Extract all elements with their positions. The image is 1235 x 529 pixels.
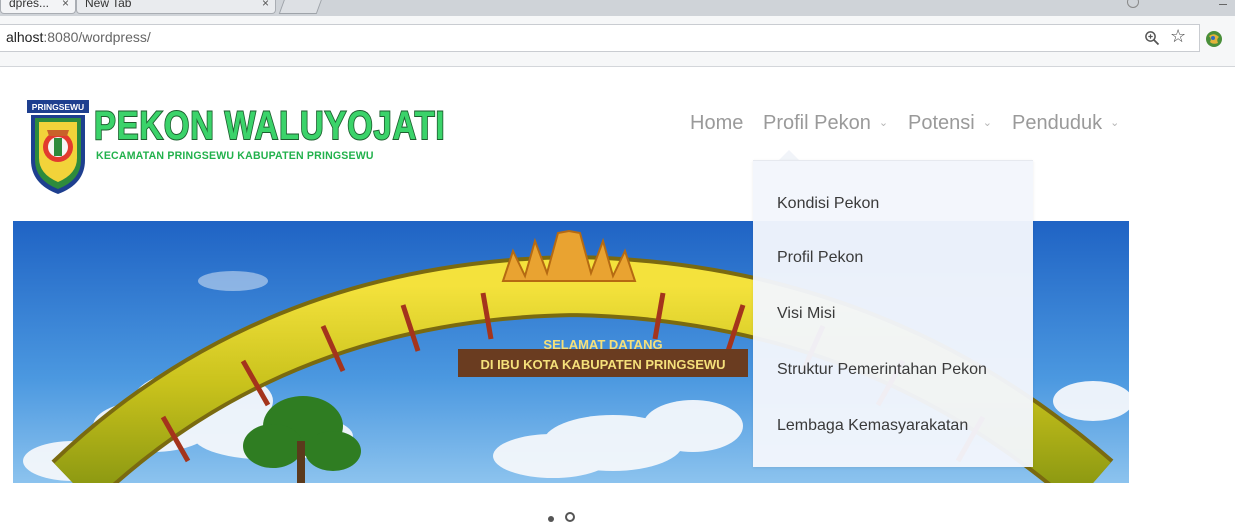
tab-close-icon[interactable]: × [62, 0, 69, 12]
dropdown-item-kondisi-pekon[interactable]: Kondisi Pekon [777, 195, 879, 213]
url-text: alhost:8080/wordpress/ [6, 29, 151, 45]
nav-label: Profil Pekon [763, 112, 871, 134]
tab-close-icon[interactable]: × [262, 0, 269, 12]
nav-penduduk[interactable]: Penduduk ⌄ [1012, 112, 1119, 135]
tab-title: New Tab [85, 0, 132, 10]
browser-tabstrip: dpres... × New Tab × [0, 0, 1235, 16]
site-subtitle: KECAMATAN PRINGSEWU KABUPATEN PRINGSEWU [96, 150, 374, 162]
nav-profil-pekon[interactable]: Profil Pekon ⌄ [763, 112, 888, 135]
nav-label: Penduduk [1012, 112, 1103, 134]
banner-line-2: DI IBU KOTA KABUPATEN PRINGSEWU [480, 357, 725, 372]
logo-badge-text: PRINGSEWU [32, 102, 84, 112]
browser-tab[interactable]: New Tab × [76, 0, 276, 14]
nav-potensi[interactable]: Potensi ⌄ [908, 112, 992, 135]
dropdown-item-visi-misi[interactable]: Visi Misi [777, 305, 835, 323]
zoom-icon[interactable] [1144, 30, 1160, 46]
nav-home[interactable]: Home [690, 112, 743, 135]
nav-label: Potensi [908, 112, 975, 134]
extension-icon[interactable] [1205, 30, 1223, 48]
url-field[interactable]: alhost:8080/wordpress/ ☆ [0, 24, 1200, 52]
bookmark-star-icon[interactable]: ☆ [1170, 26, 1186, 48]
banner-line-1: SELAMAT DATANG [543, 337, 662, 352]
dropdown-item-profil-pekon[interactable]: Profil Pekon [777, 249, 863, 267]
slide-dot-active[interactable] [548, 516, 554, 522]
minimize-icon[interactable] [1219, 4, 1227, 5]
logo-crest-icon[interactable]: PRINGSEWU [27, 100, 89, 196]
site-title[interactable]: PEKON WALUYOJATI [93, 103, 445, 149]
chevron-down-icon: ⌄ [1110, 117, 1120, 129]
profil-pekon-dropdown: Kondisi Pekon Profil Pekon Visi Misi Str… [753, 160, 1033, 467]
slide-dot[interactable] [565, 512, 575, 522]
address-bar: alhost:8080/wordpress/ ☆ [0, 16, 1235, 67]
dropdown-item-struktur-pemerintahan[interactable]: Struktur Pemerintahan Pekon [777, 361, 987, 379]
nav-label: Home [690, 112, 744, 134]
tab-title: dpres... [9, 0, 50, 10]
new-tab-button[interactable] [278, 0, 324, 14]
profile-icon[interactable] [1127, 0, 1139, 8]
chevron-down-icon: ⌄ [982, 117, 992, 129]
chevron-down-icon: ⌄ [878, 117, 889, 129]
dropdown-item-lembaga-kemasyarakatan[interactable]: Lembaga Kemasyarakatan [777, 417, 968, 435]
dropdown-caret [779, 150, 799, 160]
browser-tab-active[interactable]: dpres... × [0, 0, 76, 14]
